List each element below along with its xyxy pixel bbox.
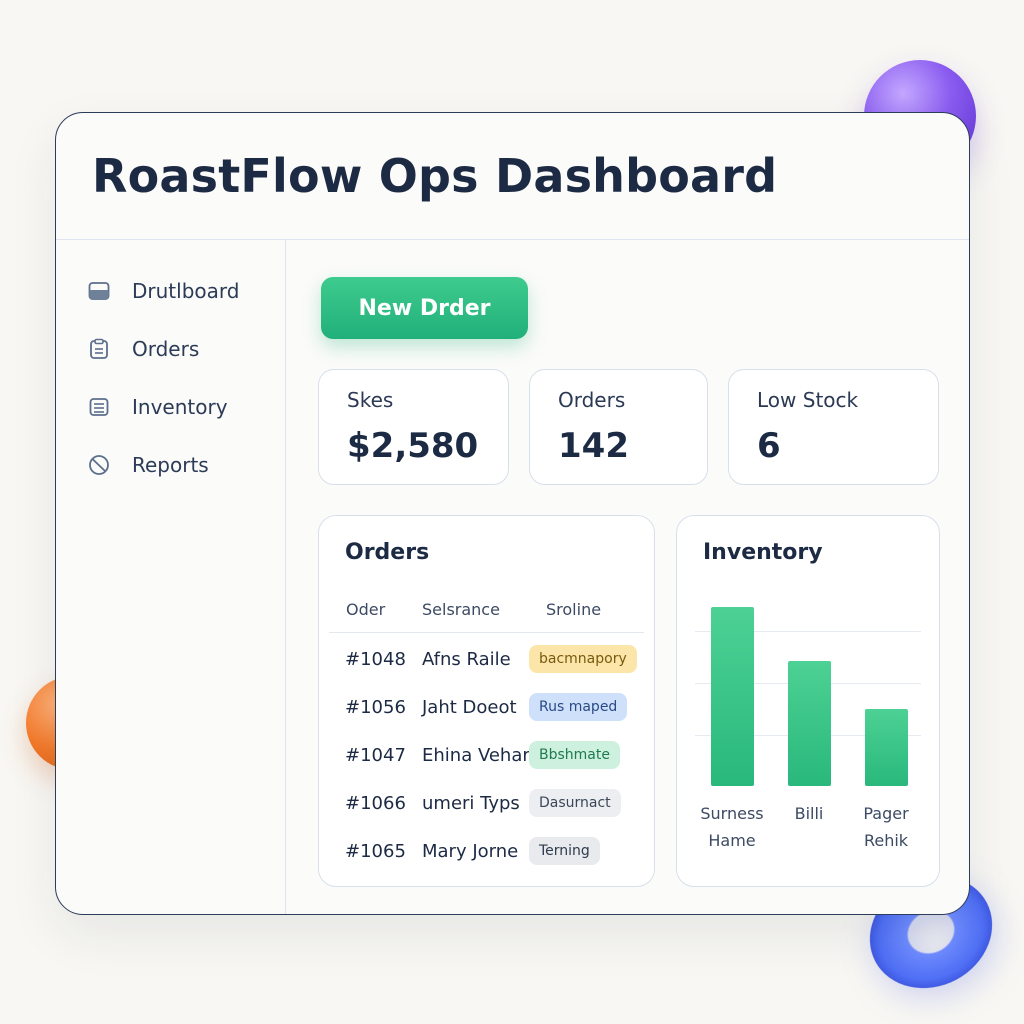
sidebar-item-label: Inventory — [132, 395, 228, 419]
stat-card-low-stock: Low Stock 6 — [728, 369, 939, 485]
table-row[interactable]: #1056 Jaht Doeot Rus maped — [319, 691, 654, 727]
order-id: #1047 — [345, 745, 406, 766]
table-row[interactable]: #1066 umeri Typs Dasurnact — [319, 787, 654, 823]
sidebar-item-label: Orders — [132, 337, 200, 361]
table-row[interactable]: #1048 Afns Raile bacmnapory — [319, 643, 654, 679]
sidebar-item-label: Reports — [132, 453, 209, 477]
order-id: #1056 — [345, 697, 406, 718]
stat-label: Low Stock — [757, 388, 859, 412]
inventory-panel-title: Inventory — [703, 540, 823, 565]
new-order-button[interactable]: New Drder — [321, 277, 528, 339]
status-badge: Terning — [529, 837, 600, 865]
status-badge: Dasurnact — [529, 789, 621, 817]
orders-panel-title: Orders — [345, 540, 430, 565]
stat-label: Orders — [558, 388, 626, 412]
chart-category-label: Pager Rehik — [863, 804, 909, 850]
chart-bar[interactable] — [711, 607, 754, 786]
customer-name: umeri Typs — [422, 793, 520, 814]
stat-card-orders: Orders 142 — [529, 369, 708, 485]
chart-bar[interactable] — [788, 661, 831, 786]
stat-label: Skes — [347, 388, 394, 412]
orders-panel: Orders Oder Selsrance Sroline #1048 Afns… — [318, 515, 655, 887]
customer-name: Mary Jorne — [422, 841, 519, 862]
sidebar-item-inventory[interactable]: Inventory — [86, 389, 276, 425]
dashboard-icon — [86, 278, 112, 304]
sidebar-item-label: Drutlboard — [132, 279, 240, 303]
customer-name: Afns Raile — [422, 649, 511, 670]
header-divider — [56, 239, 969, 240]
column-header-status[interactable]: Sroline — [546, 600, 601, 619]
sidebar-item-reports[interactable]: Reports — [86, 447, 276, 483]
stat-value: 6 — [757, 426, 781, 466]
status-badge: bacmnapory — [529, 645, 637, 673]
inventory-panel: Inventory Surness Hame Billi Pager Rehik — [676, 515, 940, 887]
stat-value: $2,580 — [347, 426, 479, 466]
order-id: #1048 — [345, 649, 406, 670]
sidebar: Drutlboard Orders Inventory Reports — [86, 273, 276, 505]
sidebar-item-dashboard[interactable]: Drutlboard — [86, 273, 276, 309]
status-badge: Rus maped — [529, 693, 628, 721]
table-row[interactable]: #1047 Ehina Vehart Bbshmate — [319, 739, 654, 775]
sidebar-item-orders[interactable]: Orders — [86, 331, 276, 367]
table-row[interactable]: #1065 Mary Jorne Terning — [319, 835, 654, 871]
column-header-order[interactable]: Oder — [346, 600, 385, 619]
customer-name: Jaht Doeot — [422, 697, 517, 718]
chart-bar[interactable] — [865, 709, 908, 786]
dashboard-window: RoastFlow Ops Dashboard Drutlboard Order… — [55, 112, 970, 915]
sidebar-divider — [285, 239, 286, 914]
customer-name: Ehina Vehart — [422, 745, 537, 766]
table-header-divider — [329, 632, 644, 633]
column-header-customer[interactable]: Selsrance — [422, 600, 500, 619]
stat-value: 142 — [558, 426, 629, 466]
order-id: #1066 — [345, 793, 406, 814]
stat-card-sales: Skes $2,580 — [318, 369, 509, 485]
status-badge: Bbshmate — [529, 741, 620, 769]
clipboard-icon — [86, 336, 112, 362]
list-icon — [86, 394, 112, 420]
page-title: RoastFlow Ops Dashboard — [92, 149, 778, 203]
order-id: #1065 — [345, 841, 406, 862]
pie-chart-icon — [86, 452, 112, 478]
